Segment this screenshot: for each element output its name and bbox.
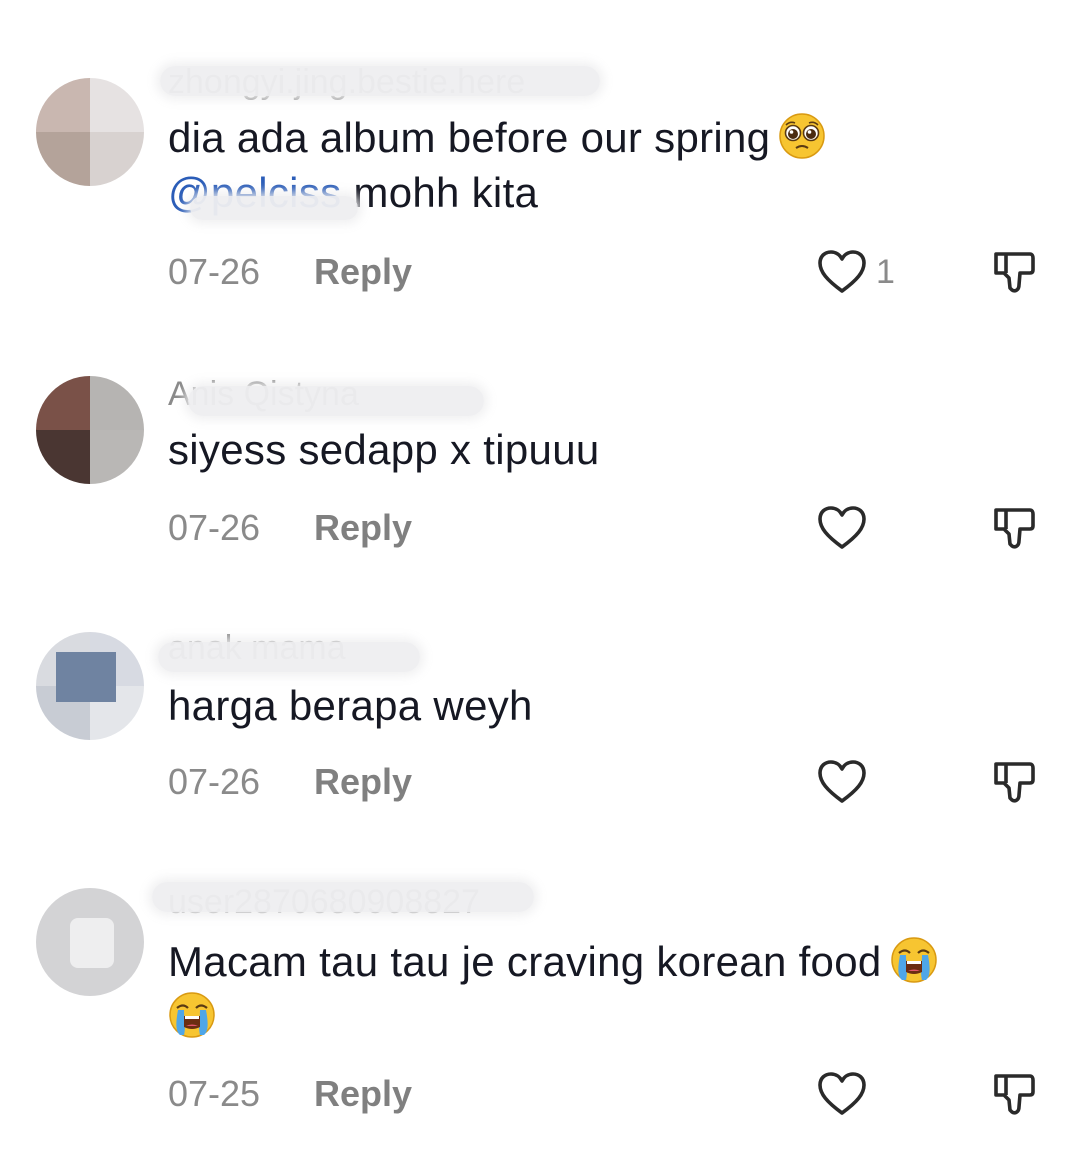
- reply-button[interactable]: Reply: [314, 1072, 412, 1116]
- comment-date: 07-26: [168, 251, 261, 292]
- reply-button[interactable]: Reply: [314, 506, 412, 550]
- heart-outline-icon[interactable]: [817, 249, 867, 295]
- username-redaction: [152, 882, 534, 912]
- mention-redaction: [190, 196, 358, 220]
- comment-text: harga berapa weyh: [168, 682, 533, 729]
- comment-date: 07-25: [168, 1073, 261, 1114]
- comment-text-after-mention: mohh kita: [353, 169, 539, 216]
- loudly-crying-face-emoji: [890, 936, 938, 984]
- pleading-face-emoji: [778, 112, 826, 160]
- avatar[interactable]: [36, 888, 144, 996]
- reply-button[interactable]: Reply: [314, 760, 412, 804]
- thumbs-down-outline-icon[interactable]: [990, 248, 1038, 296]
- thumbs-down-outline-icon[interactable]: [990, 1070, 1038, 1118]
- thumbs-down-outline-icon[interactable]: [990, 504, 1038, 552]
- username-redaction: [158, 642, 420, 672]
- comment-text: siyess sedapp x tipuuu: [168, 426, 600, 473]
- reply-button[interactable]: Reply: [314, 250, 412, 294]
- comment-text: Macam tau tau je craving korean food: [168, 934, 1038, 1044]
- comment-date: 07-26: [168, 507, 261, 548]
- heart-outline-icon[interactable]: [817, 505, 867, 551]
- avatar[interactable]: [36, 78, 144, 186]
- comment-text-body: Macam tau tau je craving korean food: [168, 938, 882, 985]
- username-redaction: [188, 386, 484, 416]
- comment-date: 07-26: [168, 761, 261, 802]
- like-count: 1: [876, 253, 895, 291]
- avatar[interactable]: [36, 376, 144, 484]
- comment-text-body: dia ada album before our spring: [168, 114, 771, 161]
- username-redaction: [160, 66, 600, 96]
- heart-outline-icon[interactable]: [817, 1071, 867, 1117]
- loudly-crying-face-emoji: [168, 991, 216, 1039]
- thumbs-down-outline-icon[interactable]: [990, 758, 1038, 806]
- heart-outline-icon[interactable]: [817, 759, 867, 805]
- avatar[interactable]: [36, 632, 144, 740]
